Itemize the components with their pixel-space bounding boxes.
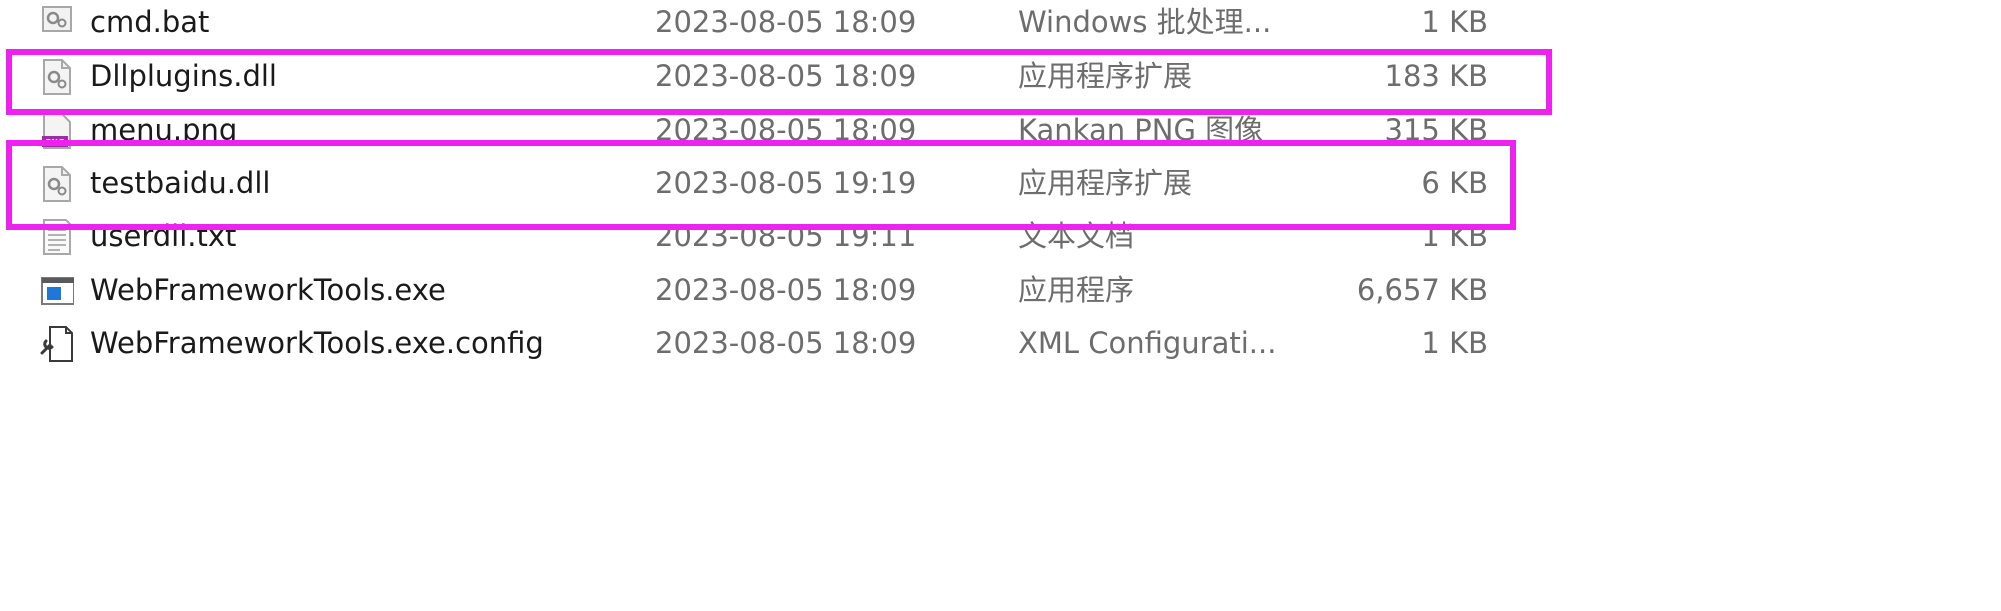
file-row-userdll-txt[interactable]: userdll.txt 2023-08-05 19:11 文本文档 1 KB — [0, 210, 1500, 263]
file-type: XML Configurati... — [1018, 326, 1277, 360]
file-name: WebFrameworkTools.exe — [90, 273, 446, 307]
file-name: userdll.txt — [90, 219, 237, 253]
file-name: testbaidu.dll — [90, 166, 271, 200]
config-file-icon — [40, 326, 73, 362]
file-row-dllplugins-dll[interactable]: Dllplugins.dll 2023-08-05 18:09 应用程序扩展 1… — [0, 50, 1500, 103]
file-size: 6 KB — [1421, 166, 1488, 200]
file-row-testbaidu-dll[interactable]: testbaidu.dll 2023-08-05 19:19 应用程序扩展 6 … — [0, 157, 1500, 210]
file-type: 应用程序 — [1018, 273, 1135, 307]
file-size: 6,657 KB — [1356, 273, 1488, 307]
file-name: WebFrameworkTools.exe.config — [90, 326, 544, 360]
file-type: 应用程序扩展 — [1018, 166, 1193, 200]
svg-text:PNG: PNG — [45, 138, 64, 147]
file-date: 2023-08-05 18:09 — [655, 326, 917, 360]
file-size: 315 KB — [1384, 113, 1488, 147]
file-date: 2023-08-05 18:09 — [655, 273, 917, 307]
file-date: 2023-08-05 18:09 — [655, 113, 917, 147]
file-name: Dllplugins.dll — [90, 59, 277, 93]
file-row-menu-png[interactable]: PNG menu.png 2023-08-05 18:09 Kankan PNG… — [0, 104, 1500, 157]
file-date: 2023-08-05 19:11 — [655, 219, 917, 253]
file-date: 2023-08-05 19:19 — [655, 166, 917, 200]
file-type: 文本文档 — [1018, 219, 1135, 253]
file-type: Kankan PNG 图像 — [1018, 113, 1264, 147]
file-date: 2023-08-05 18:09 — [655, 59, 917, 93]
file-name: cmd.bat — [90, 5, 210, 39]
file-row-webframeworktools-exe[interactable]: WebFrameworkTools.exe 2023-08-05 18:09 应… — [0, 264, 1500, 317]
file-list: cmd.bat 2023-08-05 18:09 Windows 批处理... … — [0, 0, 2001, 611]
file-type: Windows 批处理... — [1018, 5, 1272, 39]
file-date: 2023-08-05 18:09 — [655, 5, 917, 39]
file-row-cmd-bat[interactable]: cmd.bat 2023-08-05 18:09 Windows 批处理... … — [0, 0, 1500, 49]
file-size: 1 KB — [1421, 219, 1488, 253]
file-size: 1 KB — [1421, 326, 1488, 360]
file-row-webframeworktools-exe-config[interactable]: WebFrameworkTools.exe.config 2023-08-05 … — [0, 317, 1500, 370]
text-file-icon — [43, 219, 71, 255]
dll-file-icon — [43, 59, 71, 95]
file-size: 1 KB — [1421, 5, 1488, 39]
file-name: menu.png — [90, 113, 238, 147]
dll-file-icon — [43, 166, 71, 202]
png-file-icon: PNG — [42, 113, 71, 149]
batch-file-icon — [42, 6, 72, 32]
file-type: 应用程序扩展 — [1018, 59, 1193, 93]
file-size: 183 KB — [1384, 59, 1488, 93]
exe-file-icon — [41, 277, 74, 305]
